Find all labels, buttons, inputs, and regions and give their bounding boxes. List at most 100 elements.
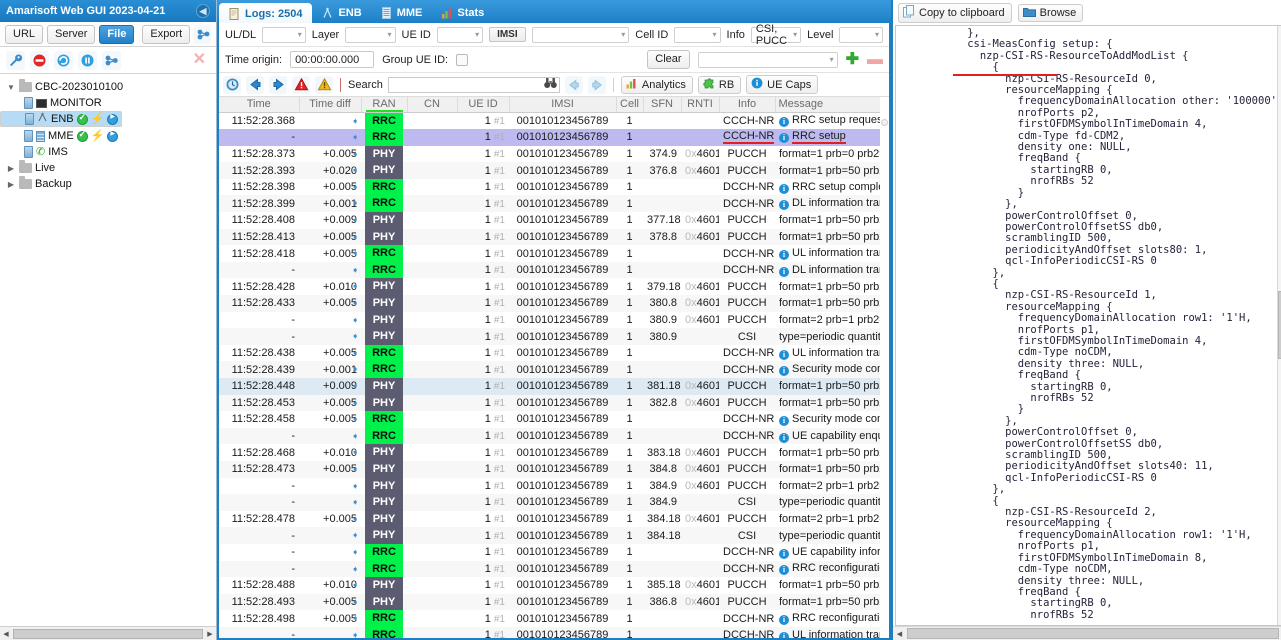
- table-row[interactable]: 11:52:28.498 +0.005 ➧ RRC 1 #1 00101012345678…: [219, 610, 889, 627]
- rb-button[interactable]: RB: [697, 75, 742, 94]
- col-rnti[interactable]: RNTI: [681, 97, 720, 113]
- time-origin-input[interactable]: 00:00:00.000: [290, 51, 375, 68]
- analytics-button[interactable]: Analytics: [620, 75, 693, 94]
- table-row[interactable]: 11:52:28.478 +0.005 ➧ PHY 1 #1 00101012345678…: [219, 510, 889, 528]
- log-table-container[interactable]: Time Time diff RAN CN UE ID IMSI Cell SF…: [219, 97, 889, 638]
- table-row[interactable]: 11:52:28.393 +0.020 ➧ PHY 1 #1 00101012345678…: [219, 162, 889, 179]
- tree-item-monitor[interactable]: MONITOR: [0, 95, 216, 111]
- table-row[interactable]: - ➧ RRC 1 #1 001010123456789 1 DCCH-NR i RRC rec…: [219, 560, 889, 578]
- table-row[interactable]: 11:52:28.468 +0.010 ➧ PHY 1 #1 00101012345678…: [219, 444, 889, 461]
- table-row[interactable]: 11:52:28.473 +0.005 ➧ PHY 1 #1 00101012345678…: [219, 460, 889, 478]
- table-row[interactable]: - ➧ RRC 1 #1 001010123456789 1 CCCH-NR i RRC set…: [219, 129, 889, 146]
- col-info[interactable]: Info: [719, 97, 776, 113]
- tree-item-ims[interactable]: ✆ IMS: [0, 144, 216, 160]
- scroll-left-icon[interactable]: ◀: [893, 630, 906, 638]
- play-icon[interactable]: [107, 130, 119, 142]
- error-icon[interactable]: [292, 75, 310, 94]
- tab-mme[interactable]: MME: [372, 3, 432, 23]
- tab-logs[interactable]: Logs: 2504: [219, 3, 313, 23]
- config-code-viewer[interactable]: }, csi-MeasConfig setup: { nzp-CSI-RS-Re…: [895, 25, 1281, 626]
- table-row[interactable]: - ➧ PHY 1 #1 001010123456789 1 380.9 0x4601 PUCC…: [219, 311, 889, 329]
- col-cell[interactable]: Cell: [616, 97, 644, 113]
- table-row[interactable]: 11:52:28.373 +0.005 ➧ PHY 1 #1 00101012345678…: [219, 145, 889, 163]
- table-row[interactable]: 11:52:28.448 +0.009 ➧ PHY 1 #1 00101012345678…: [219, 378, 889, 395]
- search-next-button[interactable]: [587, 75, 606, 94]
- tab-enb[interactable]: ENB: [313, 3, 370, 23]
- table-row[interactable]: 11:52:28.438 +0.005 ➧ RRC 1 #1 00101012345678…: [219, 344, 889, 362]
- code-vscrollbar[interactable]: ▲ ▼: [1276, 26, 1281, 625]
- scroll-right-icon[interactable]: ▶: [204, 630, 216, 638]
- tree-item-backup[interactable]: ▶ Backup: [0, 176, 216, 192]
- pause-icon[interactable]: [78, 50, 97, 70]
- scroll-thumb[interactable]: [13, 628, 203, 639]
- info-select[interactable]: CSI, PUCC ▾: [750, 23, 802, 47]
- group-ue-id-checkbox[interactable]: [456, 53, 469, 66]
- col-time-diff[interactable]: Time diff: [299, 97, 362, 113]
- wrench-icon[interactable]: [6, 50, 25, 70]
- play-icon[interactable]: [107, 113, 119, 125]
- plug-icon[interactable]: [194, 24, 211, 44]
- binoculars-icon[interactable]: [544, 77, 557, 92]
- table-row[interactable]: 11:52:28.413 +0.005 ➧ PHY 1 #1 00101012345678…: [219, 228, 889, 246]
- plus-icon[interactable]: ✚: [846, 51, 859, 68]
- col-cn[interactable]: CN: [407, 97, 458, 113]
- table-row[interactable]: 11:52:28.428 +0.010 ➧ PHY 1 #1 00101012345678…: [219, 278, 889, 296]
- table-row[interactable]: 11:52:28.488 +0.010 ➧ PHY 1 #1 00101012345678…: [219, 577, 889, 594]
- table-row[interactable]: - ➧ PHY 1 #1 001010123456789 1 384.18 CSI type=p…: [219, 527, 889, 544]
- plug-icon-2[interactable]: [102, 50, 121, 70]
- ue-caps-button[interactable]: UE Caps: [746, 75, 819, 94]
- table-row[interactable]: 11:52:28.408 +0.009 ➧ PHY 1 #1 00101012345678…: [219, 212, 889, 229]
- table-row[interactable]: 11:52:28.439 +0.001 ➧ RRC 1 #1 00101012345678…: [219, 361, 889, 378]
- table-row[interactable]: - ➧ RRC 1 #1 001010123456789 1 DCCH-NR i DL info…: [219, 261, 889, 279]
- col-sfn[interactable]: SFN: [643, 97, 682, 113]
- col-time[interactable]: Time: [219, 97, 300, 113]
- col-imsi[interactable]: IMSI: [509, 97, 617, 113]
- scroll-left-icon[interactable]: ◀: [0, 630, 12, 638]
- tree-item-enb[interactable]: ENB ⚡: [0, 111, 123, 127]
- left-panel-hscrollbar[interactable]: ◀ ▶: [0, 626, 216, 640]
- tree-item-mme[interactable]: MME ⚡: [0, 128, 216, 144]
- table-row[interactable]: 11:52:28.368 ➧ RRC 1 #1 001010123456789 1 CCCH…: [219, 112, 889, 130]
- warning-icon[interactable]: [315, 75, 333, 94]
- tab-stats[interactable]: Stats: [432, 3, 493, 23]
- tree-item-cbc[interactable]: ▼ CBC-2023010100: [0, 79, 216, 95]
- clock-icon[interactable]: [223, 75, 241, 94]
- table-row[interactable]: - ➧ RRC 1 #1 001010123456789 1 DCCH-NR i UL info…: [219, 626, 889, 638]
- table-row[interactable]: 11:52:28.493 +0.005 ➧ PHY 1 #1 00101012345678…: [219, 593, 889, 611]
- table-row[interactable]: 11:52:28.453 +0.005 ➧ PHY 1 #1 00101012345678…: [219, 394, 889, 412]
- server-button[interactable]: Server: [47, 24, 96, 44]
- scroll-nub[interactable]: [881, 119, 888, 126]
- table-row[interactable]: 11:52:28.418 +0.005 ➧ RRC 1 #1 00101012345678…: [219, 245, 889, 262]
- cell-id-select[interactable]: ▾: [674, 26, 721, 43]
- imsi-button[interactable]: IMSI: [489, 27, 526, 42]
- clear-button[interactable]: Clear: [647, 50, 690, 69]
- layer-select[interactable]: ▾: [345, 26, 396, 43]
- collapse-triangle-icon[interactable]: ▶: [6, 180, 16, 189]
- arrow-left-icon[interactable]: [246, 75, 264, 94]
- ue-id-select[interactable]: ▾: [436, 26, 484, 43]
- code-hscrollbar[interactable]: ◀ ▶: [893, 626, 1281, 640]
- table-row[interactable]: - ➧ RRC 1 #1 001010123456789 1 DCCH-NR i UE capa…: [219, 427, 889, 445]
- col-ran[interactable]: RAN: [361, 97, 408, 113]
- file-button[interactable]: File: [99, 24, 135, 44]
- tree-item-live[interactable]: ▶ Live: [0, 160, 216, 176]
- search-input[interactable]: [387, 76, 560, 93]
- log-vscrollbar[interactable]: [880, 97, 889, 638]
- export-button[interactable]: Export: [142, 24, 191, 44]
- table-row[interactable]: - ➧ PHY 1 #1 001010123456789 1 380.9 CSI type=pe…: [219, 328, 889, 345]
- table-row[interactable]: - ➧ PHY 1 #1 001010123456789 1 384.9 CSI type=pe…: [219, 494, 889, 511]
- imsi-select[interactable]: ▾: [531, 26, 630, 43]
- browse-button[interactable]: Browse: [1017, 3, 1084, 22]
- expand-triangle-icon[interactable]: ▼: [6, 83, 16, 92]
- col-ue-id[interactable]: UE ID: [457, 97, 510, 113]
- table-row[interactable]: 11:52:28.458 +0.005 ➧ RRC 1 #1 00101012345678…: [219, 411, 889, 428]
- close-icon[interactable]: ✕: [193, 52, 210, 68]
- collapse-triangle-icon[interactable]: ▶: [6, 164, 16, 173]
- ul-dl-select[interactable]: ▾: [262, 26, 306, 43]
- hscroll[interactable]: ◀ ▶: [0, 627, 216, 640]
- arrow-right-icon[interactable]: [269, 75, 287, 94]
- col-message[interactable]: Message: [775, 97, 889, 113]
- table-row[interactable]: 11:52:28.399 +0.001 ➧ RRC 1 #1 00101012345678…: [219, 195, 889, 213]
- copy-to-clipboard-button[interactable]: Copy to clipboard: [898, 2, 1012, 23]
- refresh-icon[interactable]: [54, 50, 73, 70]
